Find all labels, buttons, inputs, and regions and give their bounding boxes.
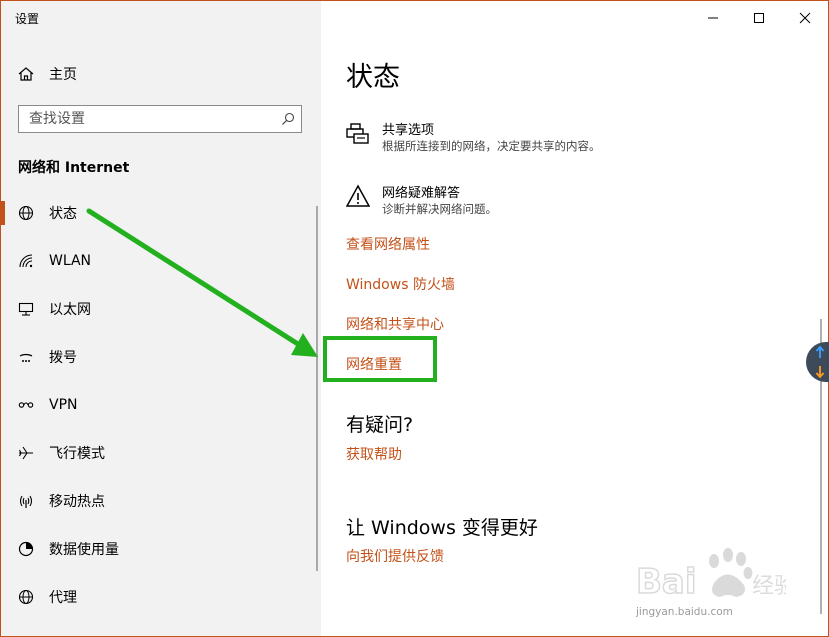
sidebar-scrollbar[interactable] (316, 206, 318, 571)
sidebar-item-vpn[interactable]: VPN (1, 385, 317, 425)
view-network-properties-link[interactable]: 查看网络属性 (346, 234, 430, 254)
settings-window: 设置 主页 网络和 Internet 状态 (0, 0, 829, 637)
network-sharing-center-link[interactable]: 网络和共享中心 (346, 314, 444, 334)
minimize-button[interactable] (690, 6, 736, 30)
scroll-float-button[interactable] (806, 342, 829, 382)
proxy-icon (18, 589, 34, 605)
maximize-button[interactable] (736, 6, 782, 30)
sidebar-item-label: VPN (49, 397, 78, 413)
sidebar-item-label: 状态 (49, 206, 77, 222)
sidebar-item-status[interactable]: 状态 (1, 193, 317, 233)
sidebar-item-airplane-mode[interactable]: 飞行模式 (1, 433, 317, 473)
give-feedback-link[interactable]: 向我们提供反馈 (346, 546, 444, 566)
search-icon[interactable] (281, 112, 295, 126)
svg-text:经验: 经验 (752, 574, 786, 599)
page-title: 状态 (346, 62, 400, 93)
sidebar-item-label: 代理 (49, 590, 77, 606)
sidebar-item-label: 以太网 (49, 302, 91, 318)
dialup-icon (19, 353, 33, 362)
troubleshooter-desc: 诊断并解决网络问题。 (382, 202, 497, 216)
home-nav-item[interactable]: 主页 (17, 63, 77, 85)
up-down-arrows-icon (815, 345, 825, 379)
sharing-options-title: 共享选项 (382, 123, 435, 138)
sidebar-item-data-usage[interactable]: 数据使用量 (1, 529, 317, 569)
sidebar-item-label: 飞行模式 (49, 446, 105, 462)
selection-indicator (1, 201, 5, 225)
home-icon (18, 67, 34, 81)
sidebar-item-label: WLAN (49, 253, 92, 269)
troubleshooter-title: 网络疑难解答 (382, 186, 461, 201)
baidu-watermark-url: jingyan.baidu.com (636, 606, 733, 618)
search-box[interactable] (18, 105, 302, 133)
ethernet-icon (18, 302, 34, 316)
warning-icon (346, 184, 370, 207)
sidebar-item-ethernet[interactable]: 以太网 (1, 289, 317, 329)
maximize-icon (754, 13, 764, 23)
hotspot-icon (19, 495, 33, 508)
home-label: 主页 (49, 67, 77, 83)
app-title: 设置 (15, 12, 40, 26)
sidebar-item-label: 拨号 (49, 350, 77, 366)
sidebar-item-label: 移动热点 (49, 494, 105, 510)
airplane-icon (19, 446, 33, 460)
search-input[interactable] (19, 106, 269, 132)
sidebar-item-wlan[interactable]: WLAN (1, 241, 317, 281)
minimize-icon (708, 17, 718, 19)
wifi-icon (19, 254, 33, 268)
sharing-options-desc: 根据所连接到的网络，决定要共享的内容。 (382, 139, 601, 153)
globe-icon (18, 205, 34, 221)
sidebar-item-dialup[interactable]: 拨号 (1, 337, 317, 377)
get-help-link[interactable]: 获取帮助 (346, 444, 402, 464)
svg-text:Bai: Bai (636, 562, 697, 602)
sidebar: 设置 主页 网络和 Internet 状态 (1, 1, 321, 636)
feedback-heading: 让 Windows 变得更好 (346, 517, 538, 539)
sidebar-item-mobile-hotspot[interactable]: 移动热点 (1, 481, 317, 521)
sidebar-item-proxy[interactable]: 代理 (1, 577, 317, 617)
main-content: 状态 共享选项 根据所连接到的网络，决定要共享的内容。 网络疑难解答 诊断并解决… (322, 1, 828, 636)
section-title: 网络和 Internet (18, 160, 130, 176)
help-heading: 有疑问? (346, 414, 414, 436)
annotation-highlight-box (323, 336, 437, 382)
close-icon (799, 12, 811, 24)
data-usage-icon (18, 541, 34, 557)
vpn-icon (18, 402, 34, 408)
close-button[interactable] (782, 6, 828, 30)
sidebar-item-label: 数据使用量 (49, 542, 119, 558)
windows-firewall-link[interactable]: Windows 防火墙 (346, 274, 455, 294)
sharing-printer-icon (346, 123, 369, 144)
